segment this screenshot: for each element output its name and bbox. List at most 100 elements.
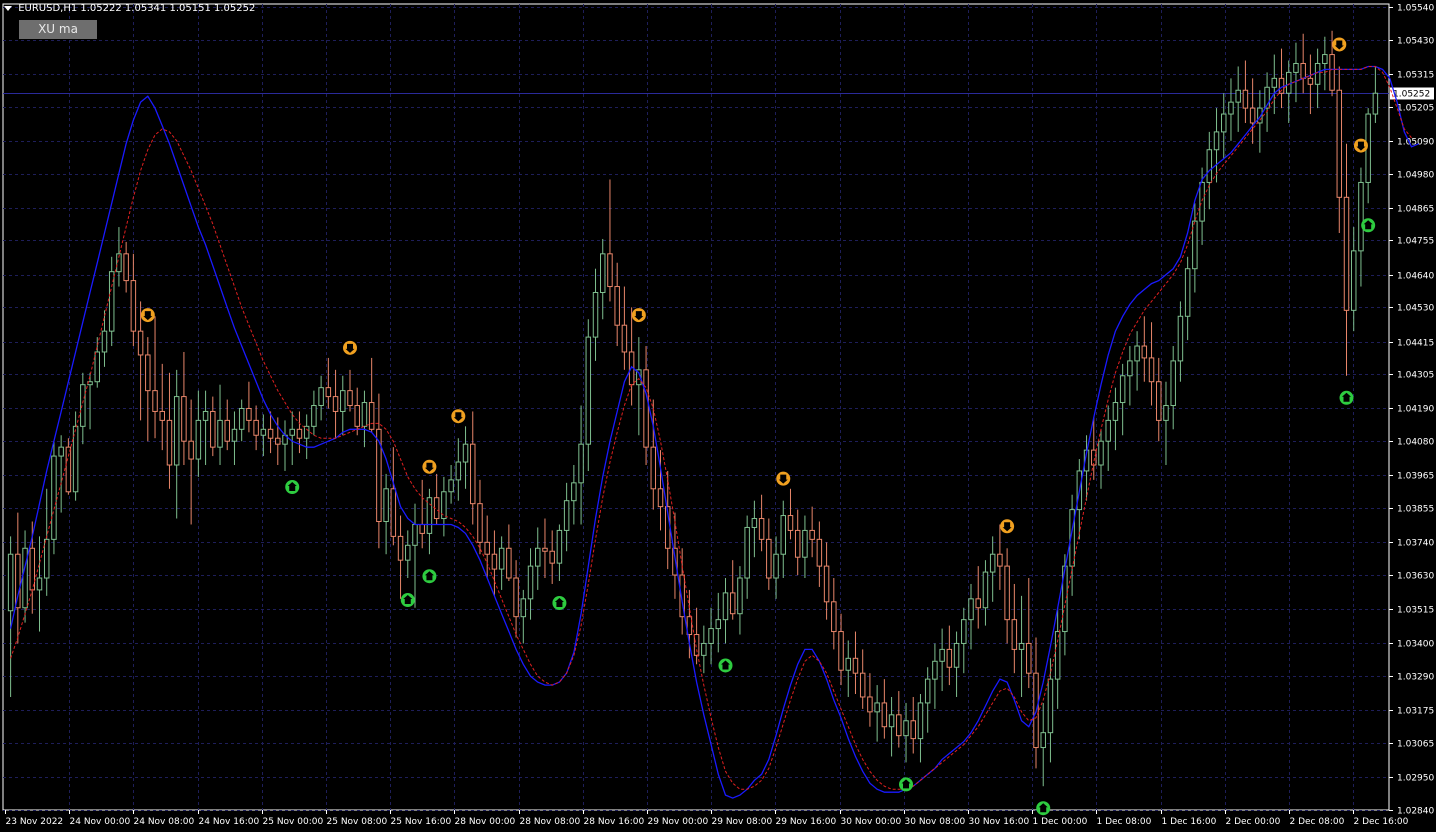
bull-candle: [311, 405, 317, 427]
bull-candle: [802, 529, 808, 558]
bull-candle: [202, 410, 209, 421]
bear-candle: [390, 488, 397, 537]
bull-candle: [1170, 360, 1176, 407]
x-tick-label: 25 Nov 16:00: [391, 817, 452, 827]
bear-candle: [1148, 357, 1155, 383]
bear-candle: [975, 598, 981, 609]
bull-candle: [571, 482, 577, 502]
bear-candle: [1329, 54, 1335, 91]
x-tick-label: 30 Nov 16:00: [969, 817, 1030, 827]
xu-ma-button[interactable]: XU ma: [19, 20, 97, 39]
y-tick-label: 1.03855: [1397, 505, 1434, 515]
bull-candle: [498, 547, 505, 570]
x-tick-label: 2 Dec 16:00: [1354, 817, 1409, 827]
bear-candle: [296, 428, 303, 439]
chart-header: EURUSD,H1 1.05222 1.05341 1.05151 1.0525…: [4, 3, 255, 14]
x-tick-label: 25 Nov 08:00: [327, 817, 388, 827]
bull-candle: [903, 720, 909, 737]
y-tick-label: 1.04415: [1397, 339, 1434, 349]
bear-candle: [1242, 89, 1249, 109]
bull-candle: [578, 443, 584, 484]
y-tick-label: 1.04080: [1397, 438, 1434, 448]
y-tick-label: 1.02950: [1397, 774, 1434, 784]
bull-candle: [318, 387, 324, 407]
price-chart[interactable]: 1.05540 1.05430 1.05315 1.05205 1.05090 1.049…: [0, 0, 1436, 832]
bear-candle: [758, 518, 765, 540]
bear-candle: [246, 407, 252, 421]
x-tick-label: 1 Dec 08:00: [1097, 817, 1152, 827]
y-tick-label: 1.04865: [1397, 205, 1434, 215]
bull-candle: [289, 428, 295, 436]
bear-candle: [506, 547, 512, 579]
bear-candle: [267, 428, 274, 439]
bear-candle: [1091, 449, 1097, 466]
bear-candle: [210, 410, 216, 448]
bear-candle: [766, 538, 772, 579]
bull-candle: [773, 553, 779, 579]
bear-candle: [997, 553, 1003, 567]
bull-candle: [744, 526, 750, 579]
bear-candle: [859, 672, 866, 698]
bear-candle: [657, 488, 664, 508]
bear-candle: [491, 553, 498, 570]
bull-candle: [953, 642, 960, 668]
bull-candle: [1040, 732, 1046, 749]
bull-candle: [340, 390, 346, 412]
bull-candle: [238, 407, 245, 430]
bear-candle: [166, 419, 173, 466]
bear-candle: [823, 565, 830, 603]
ohlc-label: 1.05222 1.05341 1.05151 1.05252: [80, 3, 256, 14]
bear-candle: [65, 446, 72, 493]
x-tick-label: 1 Dec 00:00: [1033, 817, 1088, 827]
bear-candle: [470, 443, 476, 505]
bear-candle: [159, 410, 165, 421]
menu-triangle-icon[interactable]: [4, 5, 12, 11]
y-tick-label: 1.04305: [1397, 371, 1434, 381]
x-tick-label: 30 Nov 00:00: [841, 817, 902, 827]
x-tick-label: 30 Nov 08:00: [905, 817, 966, 827]
bull-candle: [982, 571, 989, 609]
bull-candle: [51, 455, 57, 540]
bull-candle: [1221, 113, 1227, 133]
bear-candle: [607, 253, 613, 288]
bull-candle: [1206, 149, 1213, 183]
bull-candle: [260, 428, 267, 436]
bear-candle: [1026, 642, 1032, 674]
x-tick-label: 28 Nov 00:00: [455, 817, 516, 827]
bear-candle: [614, 286, 620, 326]
bull-candle: [455, 461, 462, 481]
bear-candle: [1249, 107, 1256, 124]
x-tick-label: 29 Nov 16:00: [776, 817, 837, 827]
y-tick-label: 1.04530: [1397, 304, 1434, 314]
bear-candle: [867, 696, 873, 713]
bear-candle: [1004, 565, 1010, 621]
bear-candle: [325, 387, 332, 398]
bull-candle: [1199, 181, 1205, 222]
y-tick-label: 1.04190: [1397, 405, 1434, 415]
bull-candle: [1228, 101, 1234, 115]
x-tick-label: 25 Nov 00:00: [263, 817, 324, 827]
bear-candle: [15, 553, 21, 609]
bear-candle: [881, 702, 888, 728]
bull-candle: [585, 336, 592, 445]
bear-candle: [816, 538, 823, 567]
bear-candle: [253, 419, 259, 436]
bull-candle: [7, 553, 14, 612]
bear-candle: [838, 631, 844, 671]
bull-candle: [1112, 402, 1119, 421]
x-tick-label: 29 Nov 00:00: [648, 817, 709, 827]
bear-candle: [419, 523, 425, 534]
bull-candle: [1163, 405, 1169, 421]
bull-candle: [1314, 62, 1321, 85]
bear-candle: [181, 396, 187, 442]
x-tick-label: 24 Nov 08:00: [134, 817, 195, 827]
bull-candle: [520, 598, 527, 618]
y-tick-label: 1.03515: [1397, 606, 1434, 616]
x-tick-label: 2 Dec 08:00: [1290, 817, 1345, 827]
bear-candle: [787, 515, 794, 531]
bear-candle: [332, 396, 339, 412]
bull-candle: [1350, 250, 1357, 311]
bull-candle: [722, 592, 729, 621]
bull-candle: [932, 660, 938, 680]
bull-candle: [1372, 92, 1379, 115]
